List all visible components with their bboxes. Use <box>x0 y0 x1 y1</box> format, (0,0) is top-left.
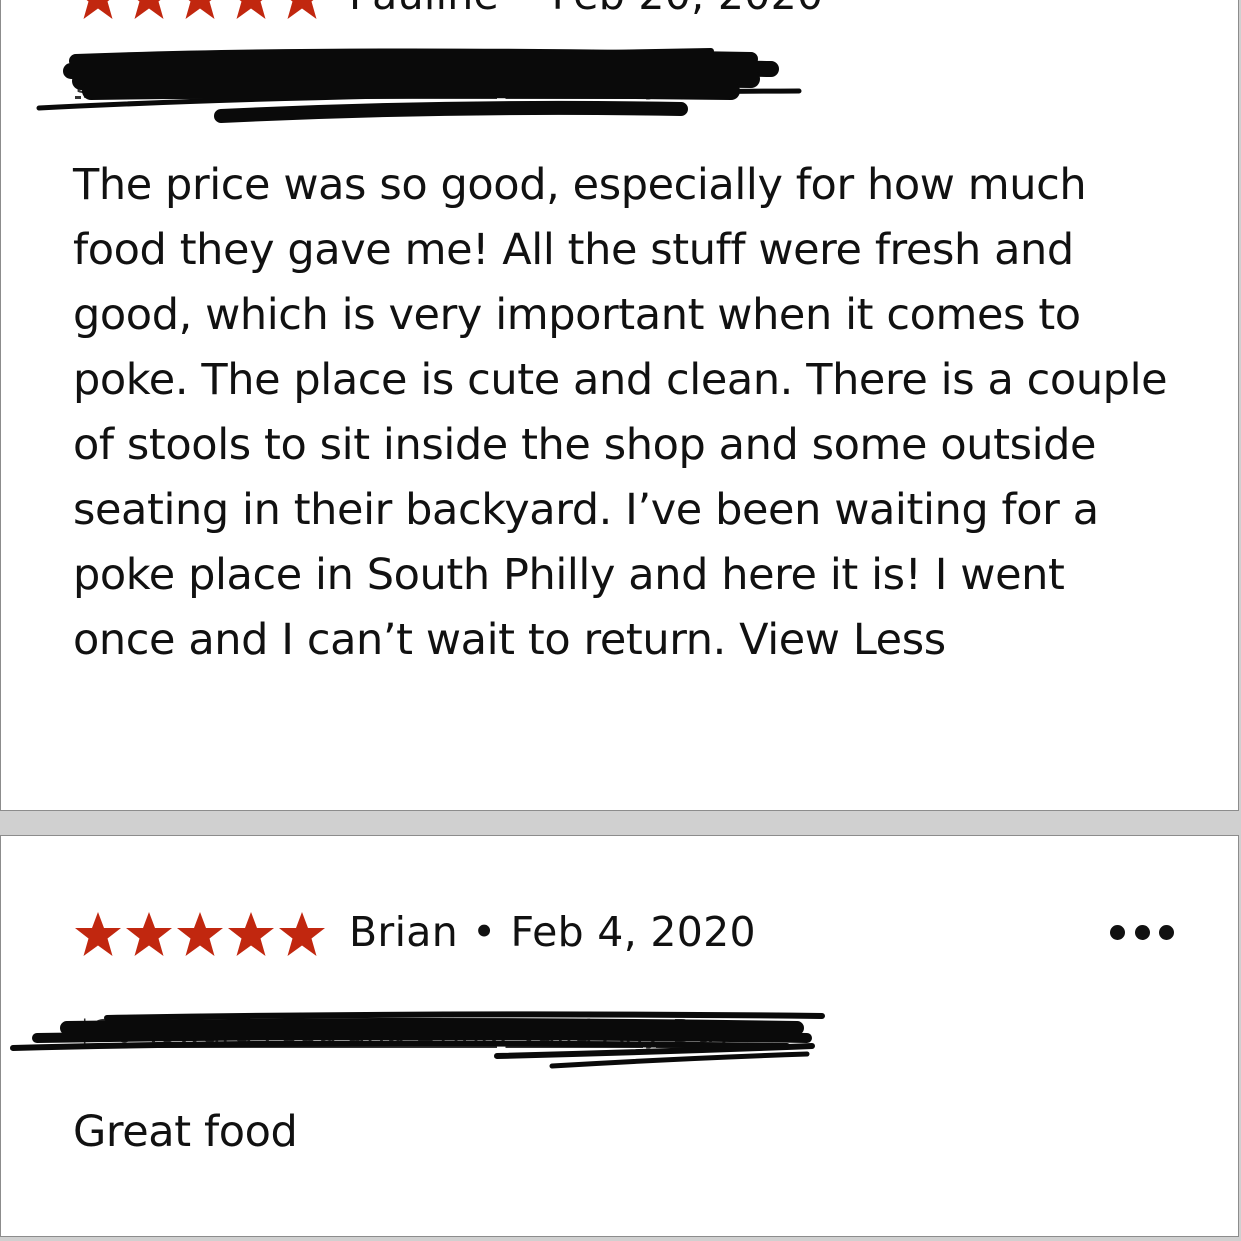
star-icon <box>73 910 123 960</box>
reviewer-name: Pauline <box>349 0 499 19</box>
more-options-button[interactable] <box>1110 920 1174 944</box>
review-text: Great food <box>73 1107 298 1157</box>
review-meta: Pauline•Feb 20, 2020 <box>349 0 823 19</box>
more-horizontal-icon <box>1159 924 1174 940</box>
star-rating <box>73 0 328 23</box>
meta-separator: • <box>499 0 551 19</box>
review-card: Brian • Feb 4, 2020 $20 Toward Food and Dr… <box>0 835 1239 1237</box>
star-icon <box>124 0 174 23</box>
star-icon <box>73 0 123 23</box>
deal-label: $20 Toward Food and Drink; Valid Any Day <box>75 65 734 101</box>
star-icon <box>175 0 225 23</box>
star-icon <box>226 910 276 960</box>
more-horizontal-icon <box>1134 924 1150 940</box>
star-icon <box>226 0 276 23</box>
meta-separator: • <box>472 908 497 956</box>
review-meta: Brian • Feb 4, 2020 <box>349 908 756 956</box>
star-icon <box>175 910 225 960</box>
review-date: Feb 20, 2020 <box>552 0 824 19</box>
reviewer-name: Brian <box>349 908 458 956</box>
more-horizontal-icon <box>1110 924 1125 940</box>
star-rating <box>73 910 328 960</box>
deal-label: $20 Toward Food and Drink; Valid Any Day <box>75 1014 734 1050</box>
star-icon <box>277 0 327 23</box>
review-card: Pauline•Feb 20, 2020 $20 Toward Food and… <box>0 0 1239 811</box>
review-date: Feb 4, 2020 <box>510 908 756 956</box>
star-icon <box>124 910 174 960</box>
star-icon <box>277 910 327 960</box>
review-text: The price was so good, especially for ho… <box>73 160 1168 665</box>
